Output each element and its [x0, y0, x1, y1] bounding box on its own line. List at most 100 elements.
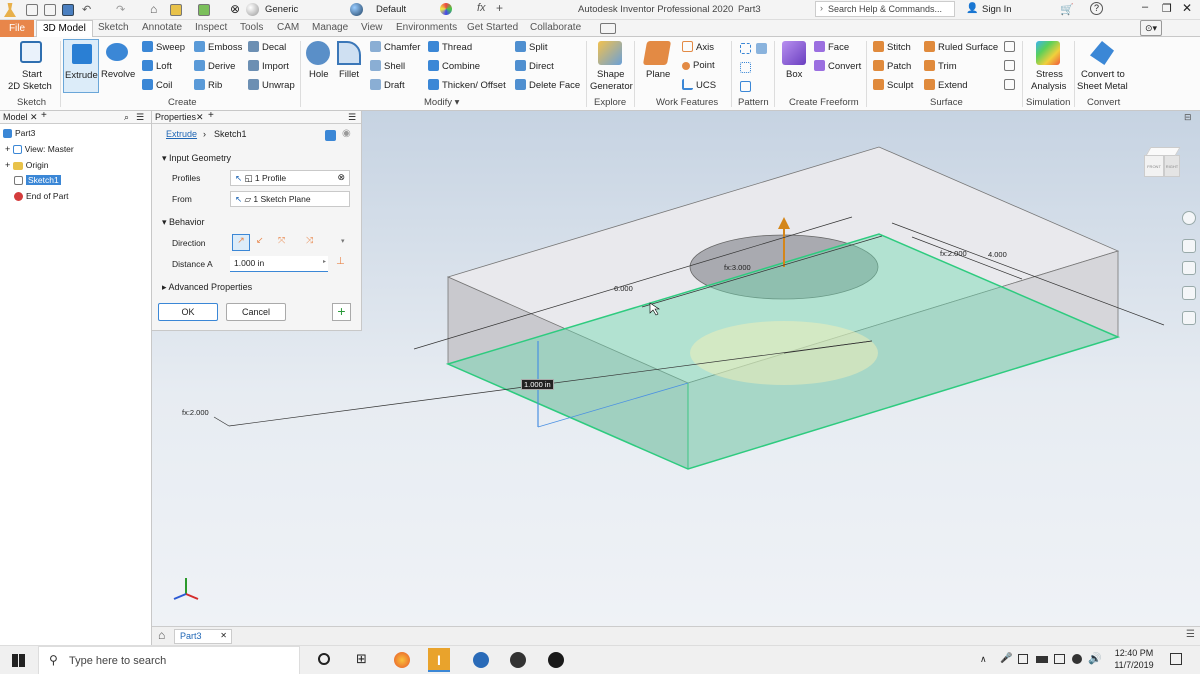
- direction-more-icon[interactable]: ▾: [341, 237, 345, 245]
- clear-selection-icon[interactable]: ⊗: [337, 172, 345, 183]
- tab-cam[interactable]: CAM: [277, 22, 299, 33]
- decal-button[interactable]: Decal: [248, 41, 286, 53]
- app-taskbar-icon-2[interactable]: [510, 652, 526, 668]
- ok-button[interactable]: OK: [158, 303, 218, 321]
- tree-item-view[interactable]: + View: Master: [5, 144, 74, 154]
- section-input-geometry[interactable]: ▾ Input Geometry: [162, 153, 231, 164]
- combine-button[interactable]: Combine: [428, 60, 480, 72]
- viewport-maximize-icon[interactable]: ⊟: [1184, 112, 1192, 123]
- preset-icon[interactable]: [325, 130, 336, 141]
- save-icon[interactable]: [62, 4, 74, 16]
- properties-menu-icon[interactable]: ☰: [348, 111, 356, 123]
- sheet-metal-icon[interactable]: [1090, 41, 1114, 65]
- minimize-icon[interactable]: –: [1142, 1, 1148, 13]
- start-sketch-label[interactable]: Start: [22, 69, 42, 80]
- shape-generator-icon[interactable]: [598, 41, 622, 65]
- apply-add-icon[interactable]: +: [332, 303, 351, 321]
- stress-analysis-icon[interactable]: [1036, 41, 1060, 65]
- distance-dropdown-icon[interactable]: ▸: [323, 258, 326, 265]
- trim-button[interactable]: Trim: [924, 60, 957, 72]
- panel-label-modify[interactable]: Modify ▾: [424, 97, 459, 108]
- thread-button[interactable]: Thread: [428, 41, 472, 53]
- extrude-button[interactable]: Extrude: [63, 39, 99, 93]
- to-face-icon[interactable]: ⊥: [336, 256, 345, 267]
- direction-symmetric-button[interactable]: ⤧: [278, 235, 285, 246]
- thicken-offset-button[interactable]: Thicken/ Offset: [428, 79, 506, 91]
- help-search-input[interactable]: › Search Help & Commands...: [815, 1, 955, 17]
- panel-options-icon[interactable]: [600, 23, 616, 34]
- tree-item-sketch1[interactable]: Sketch1: [14, 175, 61, 185]
- home-tab-icon[interactable]: ⌂: [158, 628, 165, 642]
- direction-default-button[interactable]: ↗: [232, 234, 250, 251]
- dim-label-fx3000[interactable]: fx:3.000: [724, 263, 751, 272]
- sketch-pattern-icon[interactable]: [740, 81, 751, 92]
- tab-manage[interactable]: Manage: [312, 22, 348, 33]
- zoom-icon[interactable]: [1182, 261, 1196, 275]
- loft-button[interactable]: Loft: [142, 60, 172, 72]
- dim-label-fx2000-left[interactable]: fx:2.000: [182, 408, 209, 417]
- plane-button[interactable]: Plane: [646, 69, 670, 80]
- stitch-button[interactable]: Stitch: [873, 41, 911, 53]
- fx-parameters-icon[interactable]: fx: [477, 2, 486, 14]
- dim-label-4000[interactable]: 4.000: [988, 250, 1007, 259]
- distance-input[interactable]: 1.000 in ▸: [230, 256, 328, 272]
- section-behavior[interactable]: ▾ Behavior: [162, 217, 205, 228]
- cart-icon[interactable]: 🛒: [1060, 3, 1074, 16]
- undo-icon[interactable]: ↶: [82, 3, 91, 16]
- open-file-icon[interactable]: [44, 4, 56, 16]
- viewcube-right[interactable]: RIGHT: [1164, 155, 1180, 177]
- coil-button[interactable]: Coil: [142, 79, 172, 91]
- sweep-button[interactable]: Sweep: [142, 41, 185, 53]
- app-taskbar-icon-1[interactable]: [473, 652, 489, 668]
- browser-close-icon[interactable]: ✕: [30, 111, 38, 123]
- surface-extra3-icon[interactable]: [1004, 79, 1015, 90]
- direction-asymmetric-button[interactable]: ⤨: [306, 235, 313, 246]
- derive-button[interactable]: Derive: [194, 60, 235, 72]
- from-selector[interactable]: ↖ ▱ 1 Sketch Plane: [230, 191, 350, 207]
- convert-freeform-button[interactable]: Convert: [814, 60, 861, 72]
- start-sketch-icon[interactable]: [20, 41, 42, 63]
- ruled-surface-button[interactable]: Ruled Surface: [924, 41, 998, 53]
- convert-sheet-metal-button[interactable]: Convert to: [1081, 69, 1125, 80]
- help-icon[interactable]: ?: [1090, 2, 1103, 15]
- fillet-icon[interactable]: [337, 41, 361, 65]
- tab-inspect[interactable]: Inspect: [195, 22, 227, 33]
- box-button[interactable]: Box: [786, 69, 802, 80]
- import-button[interactable]: Import: [248, 60, 289, 72]
- color-override-icon[interactable]: [440, 3, 452, 15]
- doc-tab-close-icon[interactable]: ✕: [220, 631, 227, 640]
- select-icon[interactable]: [170, 4, 182, 16]
- surface-extra2-icon[interactable]: [1004, 60, 1015, 71]
- doc-tabs-menu-icon[interactable]: ☰: [1186, 629, 1195, 640]
- tray-icon-1[interactable]: [1018, 654, 1028, 664]
- orbit-icon[interactable]: [1182, 286, 1196, 300]
- breadcrumb-extrude[interactable]: Extrude: [166, 129, 197, 139]
- extent-value-input[interactable]: 1.000 in: [521, 379, 554, 390]
- shell-button[interactable]: Shell: [370, 60, 405, 72]
- draft-button[interactable]: Draft: [370, 79, 405, 91]
- user-icon[interactable]: 👤: [966, 3, 978, 14]
- look-at-icon[interactable]: [1182, 311, 1196, 325]
- new-file-icon[interactable]: [26, 4, 38, 16]
- viewcube-top[interactable]: [1145, 147, 1181, 156]
- viewcube[interactable]: FRONT RIGHT: [1142, 147, 1182, 181]
- restore-icon[interactable]: ❐: [1162, 2, 1172, 15]
- hole-button[interactable]: Hole: [309, 69, 329, 80]
- direct-button[interactable]: Direct: [515, 60, 554, 72]
- material-select[interactable]: Default: [376, 4, 406, 15]
- pan-icon[interactable]: [1182, 239, 1196, 253]
- tree-item-part[interactable]: Part3: [3, 128, 35, 138]
- cortana-icon[interactable]: [318, 653, 330, 665]
- network-icon[interactable]: [1054, 654, 1065, 664]
- dim-label-fx2000-top[interactable]: fx:2.000: [940, 249, 967, 258]
- close-doc-icon[interactable]: ⊗: [230, 2, 240, 16]
- appearance-select[interactable]: Generic: [265, 4, 298, 15]
- home-icon[interactable]: ⌂: [150, 2, 157, 16]
- tab-environments[interactable]: Environments: [396, 22, 457, 33]
- tab-3d-model[interactable]: 3D Model: [36, 20, 93, 37]
- mic-icon[interactable]: 🎤: [1000, 653, 1012, 664]
- freeform-box-icon[interactable]: [782, 41, 806, 65]
- battery-icon[interactable]: [1036, 656, 1048, 663]
- extend-button[interactable]: Extend: [924, 79, 968, 91]
- tab-annotate[interactable]: Annotate: [142, 22, 182, 33]
